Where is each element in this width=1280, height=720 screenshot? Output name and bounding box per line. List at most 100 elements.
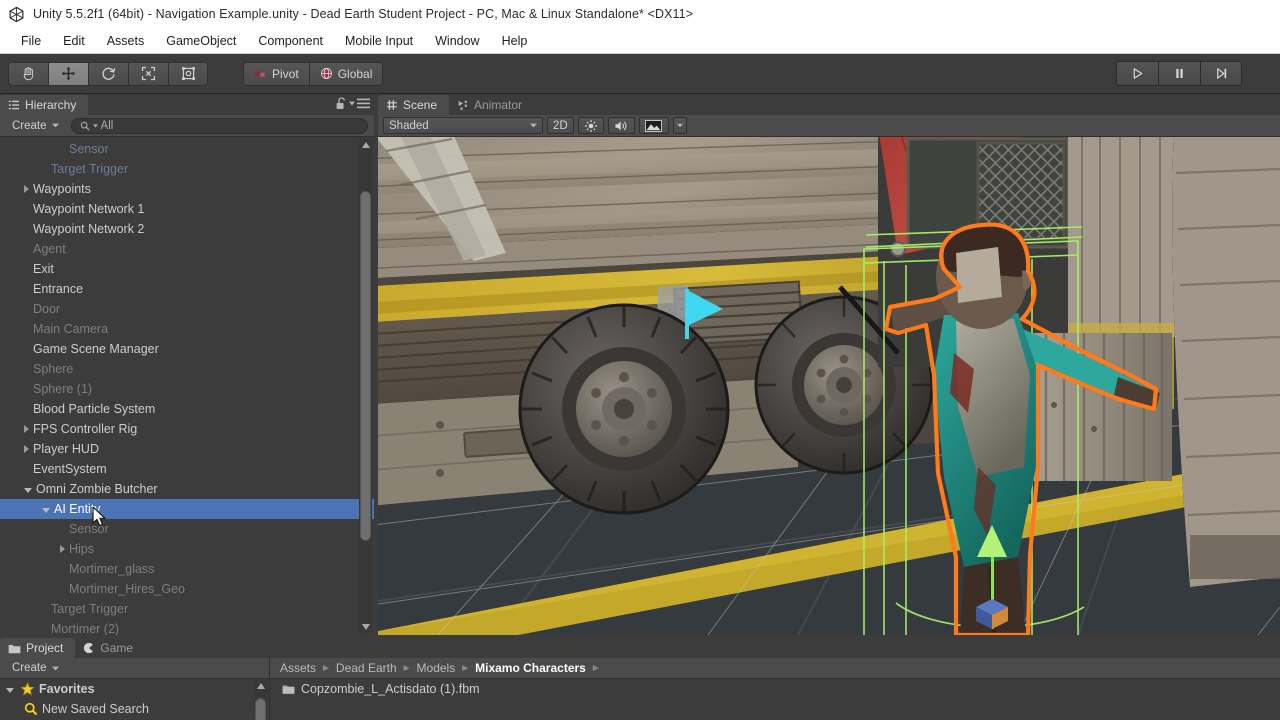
scroll-down-arrow-icon[interactable] [361,624,370,630]
tab-hierarchy-label: Hierarchy [25,98,77,112]
hierarchy-item-waypoint-network-1[interactable]: Waypoint Network 1 [0,199,374,219]
menu-mobile-input[interactable]: Mobile Input [334,31,424,51]
hierarchy-item-game-scene-manager[interactable]: Game Scene Manager [0,339,374,359]
hierarchy-item-mortimer-glass[interactable]: Mortimer_glass [0,559,374,579]
hierarchy-scrollbar[interactable] [359,139,372,633]
hierarchy-item-blood-particle-system[interactable]: Blood Particle System [0,399,374,419]
project-tree-favorites[interactable]: Favorites [0,679,269,699]
toggle-2d-button[interactable]: 2D [547,117,574,134]
scene-viewport[interactable]: BUS [378,137,1280,635]
playback-controls [1116,61,1242,86]
expand-arrow-icon[interactable] [42,507,50,513]
hierarchy-item-waypoint-network-2[interactable]: Waypoint Network 2 [0,219,374,239]
hierarchy-search-input[interactable]: All [70,117,368,134]
hierarchy-item-hips[interactable]: Hips [0,539,374,559]
scroll-up-arrow-icon[interactable] [256,683,265,689]
step-button[interactable] [1200,61,1242,86]
hierarchy-lock-button[interactable] [335,97,348,111]
project-create-area: Create [0,658,270,678]
hierarchy-create-button[interactable]: Create [6,118,65,134]
expand-arrow-icon[interactable] [60,545,65,553]
hierarchy-menu-button[interactable] [349,98,370,109]
rotate-icon [102,67,116,80]
hierarchy-item-player-hud[interactable]: Player HUD [0,439,374,459]
hierarchy-create-label: Create [12,119,47,132]
hand-tool-button[interactable] [8,61,48,86]
hierarchy-item-sphere-1[interactable]: Sphere (1) [0,379,374,399]
rotate-tool-button[interactable] [88,61,128,86]
project-tree-scrollbar[interactable] [254,680,267,720]
expand-arrow-icon[interactable] [24,487,32,493]
menu-file[interactable]: File [10,31,52,51]
tab-game[interactable]: Game [75,638,145,658]
effects-dropdown-button[interactable] [672,117,687,134]
hierarchy-item-omni-zombie-butcher[interactable]: Omni Zombie Butcher [0,479,374,499]
hierarchy-item-mortimer-hires-geo[interactable]: Mortimer_Hires_Geo [0,579,374,599]
project-tree-scroll-thumb[interactable] [255,698,266,720]
scene-render: BUS [378,137,1280,635]
project-tree-new-saved-search[interactable]: New Saved Search [0,699,269,719]
rect-tool-button[interactable] [168,61,208,86]
menu-gameobject[interactable]: GameObject [155,31,247,51]
move-tool-button[interactable] [48,61,88,86]
project-file-list[interactable]: Copzombie_L_Actisdato (1).fbm [270,679,1280,720]
menu-component[interactable]: Component [247,31,334,51]
project-create-button[interactable]: Create [6,660,65,676]
pivot-toggle-button[interactable]: Pivot [243,61,309,86]
breadcrumb-mixamo-characters[interactable]: Mixamo Characters [475,661,586,675]
hierarchy-item-exit[interactable]: Exit [0,259,374,279]
hierarchy-item-label: Mortimer_glass [69,562,155,576]
hierarchy-tree[interactable]: Sensor Target Trigger Waypoints Waypoint Ne… [0,137,374,635]
hierarchy-item-sensor[interactable]: Sensor [0,519,374,539]
scale-tool-button[interactable] [128,61,168,86]
hierarchy-item-sphere[interactable]: Sphere [0,359,374,379]
hierarchy-item-eventsystem[interactable]: EventSystem [0,459,374,479]
expand-arrow-icon[interactable] [6,687,14,693]
hierarchy-item-main-camera[interactable]: Main Camera [0,319,374,339]
menu-assets[interactable]: Assets [96,31,156,51]
hierarchy-item-mortimer-2[interactable]: Mortimer (2) [0,619,374,635]
pause-button[interactable] [1158,61,1200,86]
hierarchy-item-label: Mortimer_Hires_Geo [69,582,186,596]
project-file-row[interactable]: Copzombie_L_Actisdato (1).fbm [282,679,1280,699]
project-tree-new-saved-search-label: New Saved Search [42,702,150,716]
hierarchy-item-label: Game Scene Manager [33,342,159,356]
hierarchy-item-target-trigger[interactable]: Target Trigger [0,599,374,619]
tab-project[interactable]: Project [0,638,76,658]
tab-animator[interactable]: Animator [449,95,534,115]
tab-scene[interactable]: Scene [378,95,450,115]
tab-game-label: Game [100,641,134,655]
global-toggle-button[interactable]: Global [308,61,384,86]
draw-mode-dropdown[interactable]: Shaded [383,117,543,134]
project-tree[interactable]: Favorites New Saved Search [0,679,270,720]
menu-window[interactable]: Window [424,31,490,51]
hierarchy-item-ai-entity[interactable]: AI Entity [0,499,374,519]
hierarchy-item-waypoints[interactable]: Waypoints [0,179,374,199]
global-label: Global [337,66,373,81]
hierarchy-item-sensor[interactable]: Sensor [0,139,374,159]
play-button[interactable] [1116,61,1158,86]
expand-arrow-icon[interactable] [24,185,29,193]
hierarchy-item-door[interactable]: Door [0,299,374,319]
breadcrumb-dead-earth[interactable]: Dead Earth [336,661,397,675]
breadcrumb-assets[interactable]: Assets [280,661,316,675]
search-icon [80,121,90,131]
mode-2d-label: 2D [553,119,568,132]
expand-arrow-icon[interactable] [24,445,29,453]
expand-arrow-icon[interactable] [24,425,29,433]
hierarchy-item-agent[interactable]: Agent [0,239,374,259]
hierarchy-scroll-thumb[interactable] [360,191,371,541]
breadcrumb-models[interactable]: Models [417,661,456,675]
toggle-lighting-button[interactable] [577,117,604,134]
toggle-effects-button[interactable] [638,117,669,134]
hierarchy-item-fps-controller-rig[interactable]: FPS Controller Rig [0,419,374,439]
scroll-up-arrow-icon[interactable] [361,142,370,148]
menu-edit[interactable]: Edit [52,31,96,51]
hierarchy-item-target-trigger[interactable]: Target Trigger [0,159,374,179]
menu-help[interactable]: Help [491,31,539,51]
project-body: Favorites New Saved Search Copzombie_L_A… [0,679,1280,720]
toggle-audio-button[interactable] [607,117,635,134]
hierarchy-item-entrance[interactable]: Entrance [0,279,374,299]
pivot-icon [254,71,265,77]
tab-hierarchy[interactable]: Hierarchy [0,95,89,115]
